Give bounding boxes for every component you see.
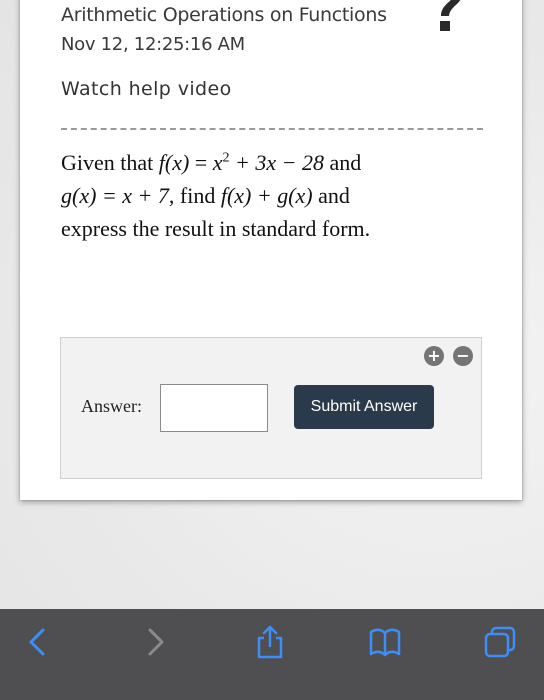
forward-arrow-icon[interactable] [138, 625, 172, 659]
f-label: f(x) [158, 150, 190, 175]
plus-icon[interactable]: + [424, 346, 444, 366]
equals-sign: = [189, 150, 213, 175]
f-rest: + 3x − 28 [229, 150, 324, 175]
and-word-2: and [312, 183, 350, 208]
question-text: Given that f(x) = x2 + 3x − 28 and g(x) … [61, 146, 491, 245]
timestamp: Nov 12, 12:25:16 AM [61, 34, 245, 55]
minus-icon[interactable]: − [453, 346, 473, 366]
topic-title: Arithmetic Operations on Functions [61, 4, 387, 26]
question-mark-icon[interactable] [426, 0, 466, 36]
watch-help-video-link[interactable]: Watch help video [61, 78, 232, 100]
answer-panel: + − Answer: Submit Answer [60, 337, 482, 479]
and-word-1: and [323, 150, 362, 175]
tabs-icon[interactable] [483, 625, 517, 659]
back-arrow-icon[interactable] [21, 625, 55, 659]
section-divider [61, 128, 483, 130]
g-definition: g(x) = x + 7 [61, 183, 169, 208]
question-intro: Given that [61, 150, 159, 175]
submit-answer-button[interactable]: Submit Answer [294, 385, 434, 429]
bookmarks-icon[interactable] [368, 625, 402, 659]
answer-input[interactable] [160, 384, 268, 432]
share-icon[interactable] [253, 625, 287, 659]
question-tail: express the result in standard form. [61, 216, 371, 241]
answer-label: Answer: [81, 396, 142, 416]
question-card: Arithmetic Operations on Functions Nov 1… [20, 0, 522, 500]
sum-expression: f(x) + g(x) [220, 183, 313, 208]
browser-toolbar [0, 609, 544, 700]
find-word: , find [168, 183, 221, 208]
